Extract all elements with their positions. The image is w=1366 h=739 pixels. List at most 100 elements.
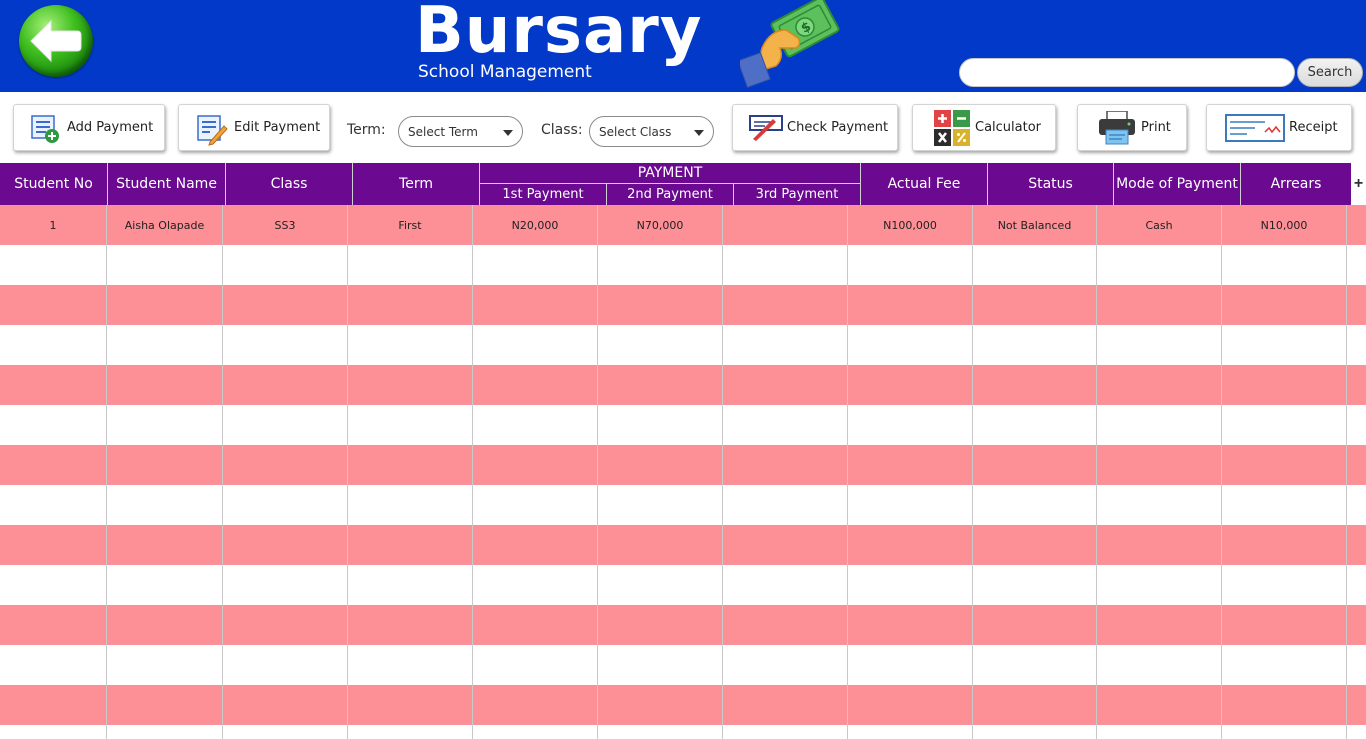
table-cell-empty[interactable] xyxy=(973,725,1097,739)
table-cell-empty[interactable] xyxy=(1222,565,1347,605)
table-cell-empty[interactable] xyxy=(598,445,723,485)
table-row-empty[interactable] xyxy=(0,685,1366,725)
table-cell-empty[interactable] xyxy=(1097,445,1222,485)
table-cell-empty[interactable] xyxy=(1097,405,1222,445)
table-cell-empty[interactable] xyxy=(348,645,473,685)
table-cell-empty[interactable] xyxy=(0,565,107,605)
table-cell-empty[interactable] xyxy=(1222,525,1347,565)
table-cell-empty[interactable] xyxy=(598,685,723,725)
table-cell-empty[interactable] xyxy=(1097,605,1222,645)
table-cell-empty[interactable] xyxy=(973,245,1097,285)
table-cell-empty[interactable] xyxy=(107,365,223,405)
table-cell-empty[interactable] xyxy=(348,485,473,525)
table-cell-empty[interactable] xyxy=(1097,285,1222,325)
table-cell-empty[interactable] xyxy=(473,605,598,645)
table-cell-empty[interactable] xyxy=(223,365,348,405)
column-header-status[interactable]: Status xyxy=(988,163,1114,205)
table-row-empty[interactable] xyxy=(0,525,1366,565)
table-cell-empty[interactable] xyxy=(0,525,107,565)
table-cell-empty[interactable] xyxy=(723,645,848,685)
table-cell-empty[interactable] xyxy=(473,445,598,485)
table-cell-empty[interactable] xyxy=(848,365,973,405)
table-cell-empty[interactable] xyxy=(473,645,598,685)
table-cell-empty[interactable] xyxy=(973,605,1097,645)
table-cell-empty[interactable] xyxy=(0,285,107,325)
table-cell-empty[interactable] xyxy=(1097,325,1222,365)
table-cell-empty[interactable] xyxy=(223,245,348,285)
table-cell-empty[interactable] xyxy=(1347,485,1366,525)
table-cell-empty[interactable] xyxy=(973,445,1097,485)
table-cell-empty[interactable] xyxy=(348,365,473,405)
table-cell-empty[interactable] xyxy=(473,525,598,565)
term-select[interactable]: Select Term xyxy=(398,116,523,147)
table-cell-empty[interactable] xyxy=(473,245,598,285)
table-cell-empty[interactable] xyxy=(107,485,223,525)
table-cell-empty[interactable] xyxy=(848,285,973,325)
cell-student-name[interactable]: Aisha Olapade xyxy=(107,205,223,245)
table-cell-empty[interactable] xyxy=(348,525,473,565)
table-cell-empty[interactable] xyxy=(348,405,473,445)
table-cell-empty[interactable] xyxy=(1222,685,1347,725)
table-row-empty[interactable] xyxy=(0,325,1366,365)
table-cell-empty[interactable] xyxy=(723,285,848,325)
table-cell-empty[interactable] xyxy=(973,405,1097,445)
table-cell-empty[interactable] xyxy=(473,685,598,725)
table-cell-empty[interactable] xyxy=(723,565,848,605)
table-cell-empty[interactable] xyxy=(973,485,1097,525)
table-cell-empty[interactable] xyxy=(1347,605,1366,645)
table-row-empty[interactable] xyxy=(0,445,1366,485)
search-button[interactable]: Search xyxy=(1297,58,1363,87)
table-cell-empty[interactable] xyxy=(723,685,848,725)
cell-term[interactable]: First xyxy=(348,205,473,245)
table-cell-empty[interactable] xyxy=(973,645,1097,685)
table-cell-empty[interactable] xyxy=(0,485,107,525)
table-cell-empty[interactable] xyxy=(598,405,723,445)
column-header-arrears[interactable]: Arrears xyxy=(1241,163,1351,205)
table-cell-empty[interactable] xyxy=(848,645,973,685)
table-cell-empty[interactable] xyxy=(848,605,973,645)
table-cell-empty[interactable] xyxy=(223,725,348,739)
table-cell-empty[interactable] xyxy=(0,605,107,645)
table-cell-empty[interactable] xyxy=(723,525,848,565)
table-cell-empty[interactable] xyxy=(1097,725,1222,739)
table-cell-empty[interactable] xyxy=(598,645,723,685)
table-cell-empty[interactable] xyxy=(348,725,473,739)
search-input[interactable] xyxy=(959,58,1295,87)
table-cell-empty[interactable] xyxy=(1347,325,1366,365)
column-header-3rd-payment[interactable]: 3rd Payment xyxy=(734,184,861,205)
table-cell-empty[interactable] xyxy=(1222,285,1347,325)
table-cell-empty[interactable] xyxy=(473,565,598,605)
table-cell-empty[interactable] xyxy=(1347,405,1366,445)
table-row-empty[interactable] xyxy=(0,405,1366,445)
table-row-empty[interactable] xyxy=(0,365,1366,405)
table-cell-empty[interactable] xyxy=(1222,405,1347,445)
column-header-mode-of-payment[interactable]: Mode of Payment xyxy=(1114,163,1241,205)
table-cell-empty[interactable] xyxy=(973,685,1097,725)
table-cell-empty[interactable] xyxy=(223,285,348,325)
table-cell-empty[interactable] xyxy=(598,325,723,365)
cell-arrears[interactable]: N10,000 xyxy=(1222,205,1347,245)
table-cell-empty[interactable] xyxy=(848,485,973,525)
table-cell-empty[interactable] xyxy=(848,565,973,605)
table-row-empty[interactable] xyxy=(0,485,1366,525)
table-cell-empty[interactable] xyxy=(1347,245,1366,285)
add-payment-button[interactable]: Add Payment xyxy=(13,104,165,151)
table-cell-empty[interactable] xyxy=(723,365,848,405)
table-cell-empty[interactable] xyxy=(107,445,223,485)
column-header-student-name[interactable]: Student Name xyxy=(108,163,226,205)
table-row[interactable]: 1 Aisha Olapade SS3 First N20,000 N70,00… xyxy=(0,205,1366,245)
table-row-empty[interactable] xyxy=(0,245,1366,285)
table-cell-empty[interactable] xyxy=(0,685,107,725)
table-cell-empty[interactable] xyxy=(1222,605,1347,645)
table-cell-empty[interactable] xyxy=(723,445,848,485)
table-cell-empty[interactable] xyxy=(1222,325,1347,365)
table-cell-empty[interactable] xyxy=(0,405,107,445)
table-cell-empty[interactable] xyxy=(973,325,1097,365)
table-cell-empty[interactable] xyxy=(1347,285,1366,325)
receipt-button[interactable]: Receipt xyxy=(1206,104,1352,151)
table-cell-empty[interactable] xyxy=(1347,525,1366,565)
column-header-student-no[interactable]: Student No xyxy=(0,163,108,205)
add-column-button[interactable]: + xyxy=(1351,163,1366,205)
table-cell-empty[interactable] xyxy=(348,605,473,645)
table-cell-empty[interactable] xyxy=(1222,485,1347,525)
